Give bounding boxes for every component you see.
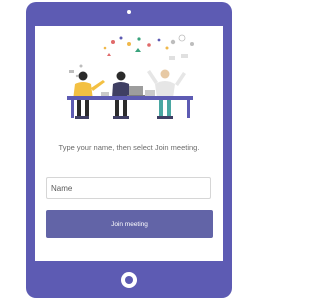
tablet-frame: Type your name, then select Join meeting… bbox=[26, 2, 232, 298]
tablet-screen: Type your name, then select Join meeting… bbox=[35, 26, 223, 261]
meeting-people-illustration bbox=[67, 34, 194, 119]
join-instructions: Type your name, then select Join meeting… bbox=[58, 143, 200, 152]
name-input[interactable] bbox=[46, 177, 211, 199]
front-camera-icon bbox=[127, 10, 131, 14]
home-button-icon[interactable] bbox=[121, 272, 137, 288]
person-left bbox=[73, 71, 105, 116]
confetti-decoration bbox=[69, 34, 194, 78]
person-middle bbox=[112, 71, 145, 116]
home-button-center bbox=[125, 276, 133, 284]
chairs bbox=[75, 116, 173, 119]
join-meeting-button[interactable]: Join meeting bbox=[46, 210, 213, 238]
